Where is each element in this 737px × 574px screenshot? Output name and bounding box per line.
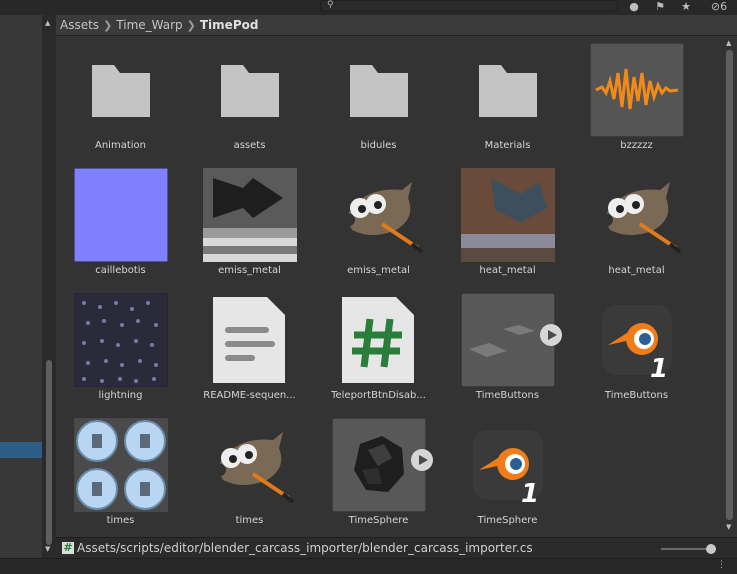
folder-icon [221, 65, 279, 117]
expand-prefab-play-icon[interactable] [540, 324, 562, 346]
asset-item[interactable]: TimeButtons [443, 287, 572, 412]
blender-file-icon: 1 [602, 305, 672, 384]
folder-icon [350, 65, 408, 117]
grid-scrollbar[interactable]: ▲ ▼ [721, 37, 737, 535]
asset-label: times [106, 515, 135, 526]
asset-item[interactable]: lightning [56, 287, 185, 412]
breadcrumb-timepod[interactable]: TimePod [200, 18, 259, 32]
folder-tree-panel[interactable] [0, 15, 42, 558]
status-bar: # Assets/scripts/editor/blender_carcass_… [56, 537, 737, 559]
chevron-right-icon: ❯ [103, 19, 113, 32]
scroll-up-arrow-icon[interactable]: ▲ [726, 39, 731, 47]
gimp-wilber-icon [208, 432, 295, 504]
asset-label: assets [233, 140, 266, 151]
asset-label: Animation [95, 140, 146, 151]
flat-texture-thumbnail [74, 168, 168, 262]
search-field[interactable]: ⚲ [320, 0, 618, 12]
chevron-right-icon: ❯ [186, 19, 196, 32]
audio-waveform-icon [590, 43, 684, 137]
eye-slash-icon: ⊘ [710, 0, 721, 13]
asset-label: emiss_metal [347, 265, 410, 276]
asset-item[interactable]: heat_metal [443, 162, 572, 287]
svg-text:1: 1 [650, 354, 668, 384]
metal-texture-thumbnail [203, 168, 297, 262]
asset-item[interactable]: bzzzzz [572, 37, 701, 162]
asset-item[interactable]: 1 TimeButtons [572, 287, 701, 412]
asset-item[interactable]: times [56, 412, 185, 537]
gimp-wilber-icon [595, 182, 682, 254]
asset-item[interactable]: TeleportBtnDisab... [314, 287, 443, 412]
asset-item[interactable]: emiss_metal [314, 162, 443, 287]
noise-texture-thumbnail [74, 293, 168, 387]
times-texture-thumbnail [74, 418, 168, 512]
asset-item[interactable]: assets [185, 37, 314, 162]
bottom-bar: ⋮ [0, 558, 737, 574]
favorites-star-icon[interactable]: ★ [674, 0, 698, 14]
folder-icon [479, 65, 537, 117]
asset-label: TimeSphere [348, 515, 409, 526]
asset-label: heat_metal [479, 265, 536, 276]
more-options-icon[interactable]: ⋮ [717, 560, 726, 570]
svg-text:1: 1 [521, 479, 539, 509]
search-icon: ⚲ [327, 0, 334, 10]
asset-label: README-sequen... [203, 390, 296, 401]
asset-label: TeleportBtnDisab... [331, 390, 426, 401]
asset-label: heat_metal [608, 265, 665, 276]
asset-item[interactable]: Materials [443, 37, 572, 162]
asset-item[interactable]: Animation [56, 37, 185, 162]
asset-label: emiss_metal [218, 265, 281, 276]
selected-tree-item[interactable] [0, 442, 42, 458]
asset-item[interactable]: TimeSphere [314, 412, 443, 537]
selected-asset-path: Assets/scripts/editor/blender_carcass_im… [77, 541, 533, 555]
gimp-wilber-icon [337, 182, 424, 254]
blender-file-icon: 1 [473, 430, 543, 509]
asset-label: caillebotis [95, 265, 146, 276]
filter-label-icon[interactable]: ⚑ [648, 0, 672, 14]
breadcrumb: Assets ❯ Time_Warp ❯ TimePod [56, 15, 737, 36]
tree-scrollbar[interactable]: ▲ ▼ [42, 15, 56, 558]
asset-label: lightning [98, 390, 143, 401]
asset-item[interactable]: emiss_metal [185, 162, 314, 287]
filter-type-icon[interactable]: ● [622, 0, 646, 14]
tree-scrollbar-thumb[interactable] [46, 360, 52, 545]
top-toolbar: ⚲ ● ⚑ ★ ⊘6 [0, 0, 737, 15]
breadcrumb-assets[interactable]: Assets [60, 18, 99, 32]
grid-scrollbar-thumb[interactable] [726, 50, 733, 520]
asset-label: Materials [484, 140, 531, 151]
icon-size-slider[interactable] [661, 548, 711, 550]
asset-label: TimeButtons [604, 390, 669, 401]
asset-item[interactable]: README-sequen... [185, 287, 314, 412]
asset-item[interactable]: caillebotis [56, 162, 185, 287]
scroll-down-arrow-icon[interactable]: ▼ [726, 523, 731, 531]
scroll-up-arrow-icon[interactable]: ▲ [45, 19, 50, 27]
hidden-packages-button[interactable]: ⊘6 [702, 0, 736, 14]
breadcrumb-time-warp[interactable]: Time_Warp [116, 18, 182, 32]
asset-item[interactable]: times [185, 412, 314, 537]
asset-label: times [235, 515, 264, 526]
hidden-count: 6 [720, 0, 728, 13]
project-browser: Assets ❯ Time_Warp ❯ TimePod Animation asset… [56, 15, 737, 559]
scroll-down-arrow-icon[interactable]: ▼ [45, 545, 50, 553]
asset-item[interactable]: heat_metal [572, 162, 701, 287]
asset-label: bidules [360, 140, 397, 151]
asset-label: TimeButtons [475, 390, 540, 401]
asset-item[interactable]: bidules [314, 37, 443, 162]
asset-grid: Animation assets bidules Materials bzzzz… [56, 37, 721, 537]
csharp-script-icon: # [62, 541, 74, 554]
rust-texture-thumbnail [461, 168, 555, 262]
csharp-script-icon [342, 297, 414, 383]
expand-prefab-play-icon[interactable] [411, 449, 433, 471]
asset-item[interactable]: 1 TimeSphere [443, 412, 572, 537]
folder-icon [92, 65, 150, 117]
asset-label: bzzzzz [620, 140, 653, 151]
asset-label: TimeSphere [477, 515, 538, 526]
document-icon [213, 297, 285, 383]
icon-size-slider-handle[interactable] [706, 544, 716, 554]
